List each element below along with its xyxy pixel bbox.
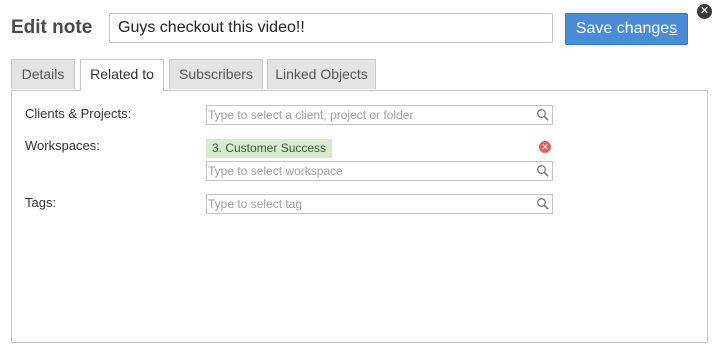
related-to-panel: Clients & Projects: Workspaces: 3. Custo… — [11, 90, 708, 343]
edit-note-dialog: Edit note Save changes ✕ Details Related… — [0, 0, 715, 351]
search-icon — [537, 198, 549, 210]
search-icon — [537, 109, 549, 121]
tags-field[interactable] — [206, 194, 553, 214]
workspaces-label: Workspaces: — [25, 138, 100, 153]
tab-details[interactable]: Details — [11, 59, 75, 89]
clients-projects-input[interactable] — [207, 106, 526, 124]
dialog-title: Edit note — [11, 17, 93, 38]
save-changes-button[interactable]: Save changes — [565, 13, 688, 45]
workspace-chip: 3. Customer Success — [206, 139, 333, 158]
close-icon[interactable]: ✕ — [697, 4, 712, 19]
save-button-label: Save change — [575, 20, 670, 37]
tags-input[interactable] — [207, 195, 526, 213]
tab-subscribers[interactable]: Subscribers — [169, 59, 263, 89]
workspace-field[interactable] — [206, 161, 553, 181]
tab-related-to[interactable]: Related to — [80, 59, 164, 91]
save-button-accesskey: s — [669, 20, 678, 37]
workspace-input[interactable] — [207, 162, 526, 180]
remove-workspace-icon[interactable]: ✕ — [539, 141, 551, 153]
clients-projects-label: Clients & Projects: — [25, 106, 132, 121]
tab-linked-objects[interactable]: Linked Objects — [267, 59, 376, 89]
clients-projects-field[interactable] — [206, 105, 553, 125]
search-icon — [537, 165, 549, 177]
tags-label: Tags: — [25, 195, 57, 210]
note-title-input[interactable] — [109, 13, 553, 43]
